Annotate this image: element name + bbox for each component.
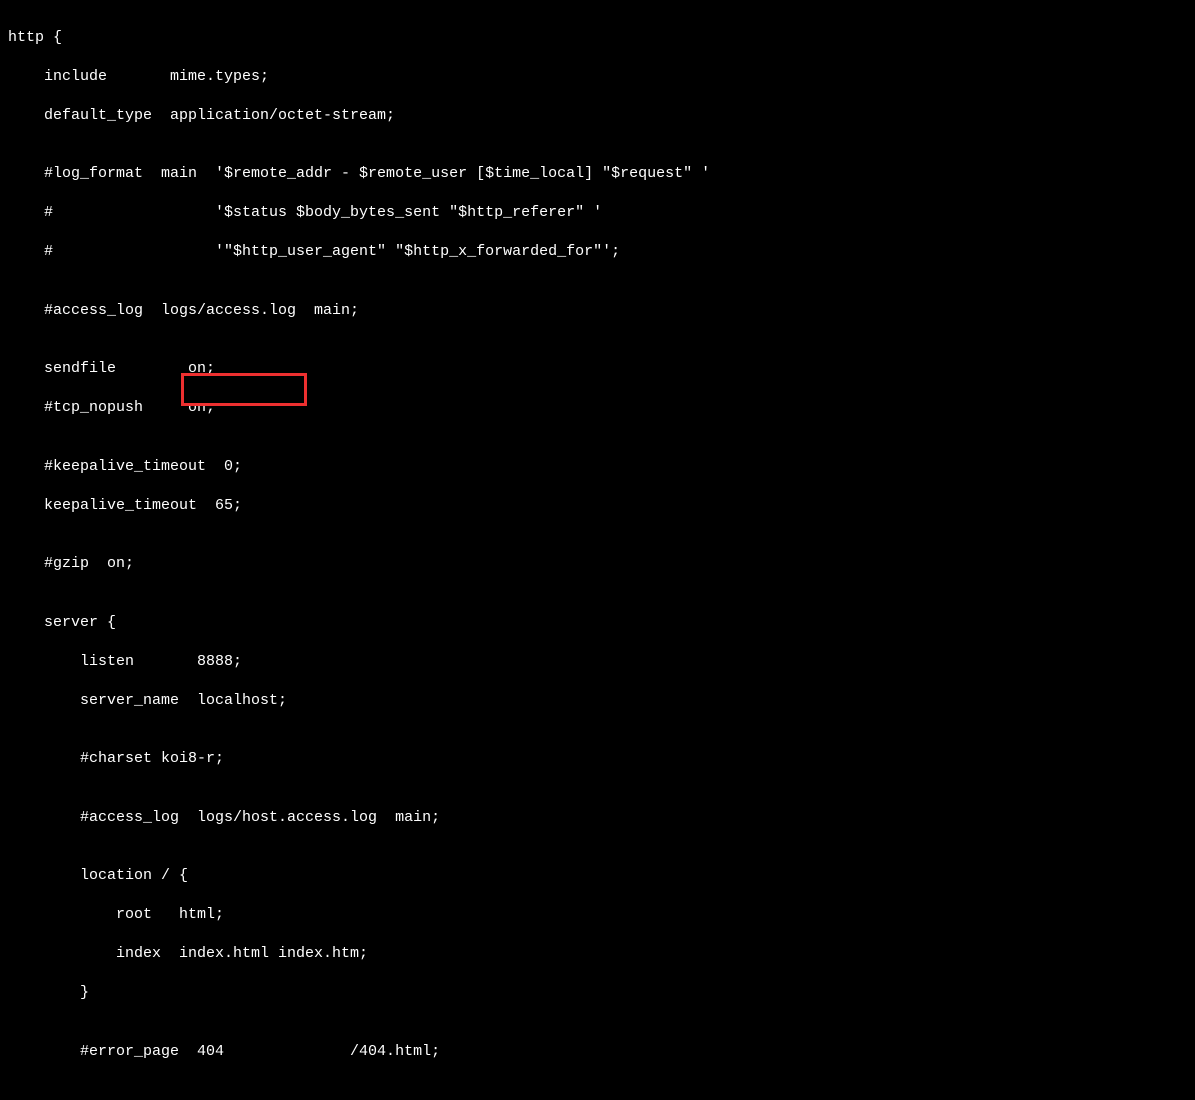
code-line: location / { <box>8 866 1187 886</box>
code-line: #tcp_nopush on; <box>8 398 1187 418</box>
code-line: keepalive_timeout 65; <box>8 496 1187 516</box>
code-line: server { <box>8 613 1187 633</box>
code-line: listen 8888; <box>8 652 1187 672</box>
code-line: #charset koi8-r; <box>8 749 1187 769</box>
code-line: include mime.types; <box>8 67 1187 87</box>
code-line: index index.html index.htm; <box>8 944 1187 964</box>
code-line: #keepalive_timeout 0; <box>8 457 1187 477</box>
code-line: #access_log logs/host.access.log main; <box>8 808 1187 828</box>
code-line: #gzip on; <box>8 554 1187 574</box>
code-line: sendfile on; <box>8 359 1187 379</box>
code-line: root html; <box>8 905 1187 925</box>
code-line: #log_format main '$remote_addr - $remote… <box>8 164 1187 184</box>
code-line: #error_page 404 /404.html; <box>8 1042 1187 1062</box>
code-line: server_name localhost; <box>8 691 1187 711</box>
code-line: http { <box>8 28 1187 48</box>
code-line: default_type application/octet-stream; <box>8 106 1187 126</box>
code-block: http { include mime.types; default_type … <box>8 8 1187 1100</box>
code-line: } <box>8 983 1187 1003</box>
code-line: # '$status $body_bytes_sent "$http_refer… <box>8 203 1187 223</box>
code-line: #access_log logs/access.log main; <box>8 301 1187 321</box>
code-line: # '"$http_user_agent" "$http_x_forwarded… <box>8 242 1187 262</box>
